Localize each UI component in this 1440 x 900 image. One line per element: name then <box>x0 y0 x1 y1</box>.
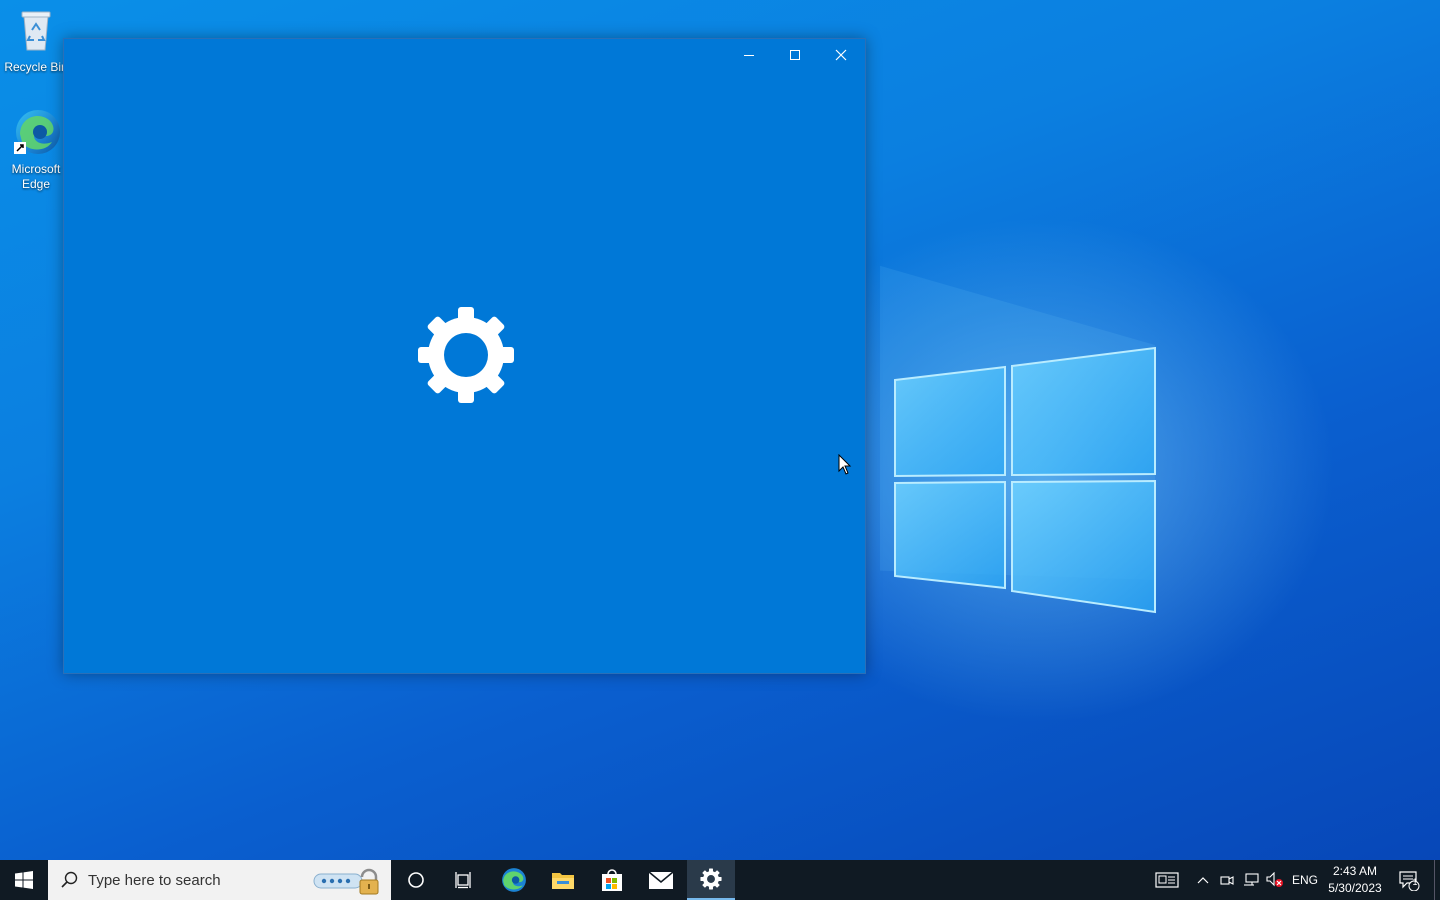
taskbar: Type here to search ENG 2:43 AM 5/30/202… <box>0 860 1440 900</box>
input-language-indicator[interactable]: ENG <box>1288 860 1322 900</box>
taskbar-store-button[interactable] <box>588 860 636 900</box>
task-view-icon <box>455 872 471 889</box>
windows-start-icon <box>15 871 33 889</box>
chevron-up-icon <box>1197 877 1209 884</box>
maximize-button[interactable] <box>772 39 818 71</box>
maximize-icon <box>790 50 800 60</box>
task-view-button[interactable] <box>440 860 488 900</box>
taskbar-clock[interactable]: 2:43 AM 5/30/2023 <box>1322 860 1388 900</box>
cortana-icon <box>408 872 424 888</box>
minimize-button[interactable] <box>726 39 772 71</box>
taskbar-search-box[interactable]: Type here to search <box>48 860 391 900</box>
search-icon <box>61 871 78 888</box>
desktop: Recycle Bin Microsoft Edge <box>0 0 1440 860</box>
camera-icon <box>1220 876 1234 885</box>
network-icon <box>1244 873 1259 886</box>
taskbar-file-explorer-button[interactable] <box>539 860 587 900</box>
tray-network[interactable] <box>1240 860 1262 900</box>
taskbar-settings-button[interactable] <box>687 860 735 900</box>
news-icon <box>1155 872 1179 888</box>
mail-icon <box>648 871 674 889</box>
minimize-icon <box>744 55 754 56</box>
file-explorer-icon <box>552 873 574 889</box>
show-hidden-icons-button[interactable] <box>1192 860 1214 900</box>
edge-icon <box>502 868 526 892</box>
desktop-icon-microsoft-edge[interactable]: Microsoft Edge <box>0 108 72 192</box>
settings-gear-icon <box>700 868 722 890</box>
windows-logo-wallpaper <box>880 265 1156 614</box>
start-button[interactable] <box>0 860 48 900</box>
tray-volume[interactable] <box>1264 860 1286 900</box>
cortana-button[interactable] <box>392 860 440 900</box>
close-icon <box>835 49 847 61</box>
news-and-interests-button[interactable] <box>1150 860 1184 900</box>
search-placeholder: Type here to search <box>88 871 221 889</box>
desktop-icon-label: Microsoft Edge <box>11 162 61 191</box>
clock-date: 5/30/2023 <box>1328 881 1382 895</box>
clock-time: 2:43 AM <box>1332 864 1378 878</box>
taskbar-edge-button[interactable] <box>490 860 538 900</box>
action-center-button[interactable]: 1 <box>1392 860 1426 900</box>
close-button[interactable] <box>818 39 864 71</box>
edge-icon <box>14 110 60 154</box>
show-desktop-button[interactable] <box>1434 860 1440 900</box>
taskbar-mail-button[interactable] <box>637 860 685 900</box>
gear-icon <box>418 307 514 403</box>
settings-window[interactable] <box>63 38 866 674</box>
mouse-cursor-icon <box>838 454 852 475</box>
volume-muted-icon <box>1266 872 1283 887</box>
notification-count: 1 <box>1412 877 1418 887</box>
microsoft-store-icon <box>602 869 622 891</box>
tray-meet-now[interactable] <box>1216 860 1238 900</box>
password-lock-icon <box>313 868 379 895</box>
desktop-icon-label: Recycle Bin <box>4 60 68 74</box>
recycle-bin-icon <box>21 11 51 51</box>
desktop-icon-recycle-bin[interactable]: Recycle Bin <box>0 6 72 75</box>
